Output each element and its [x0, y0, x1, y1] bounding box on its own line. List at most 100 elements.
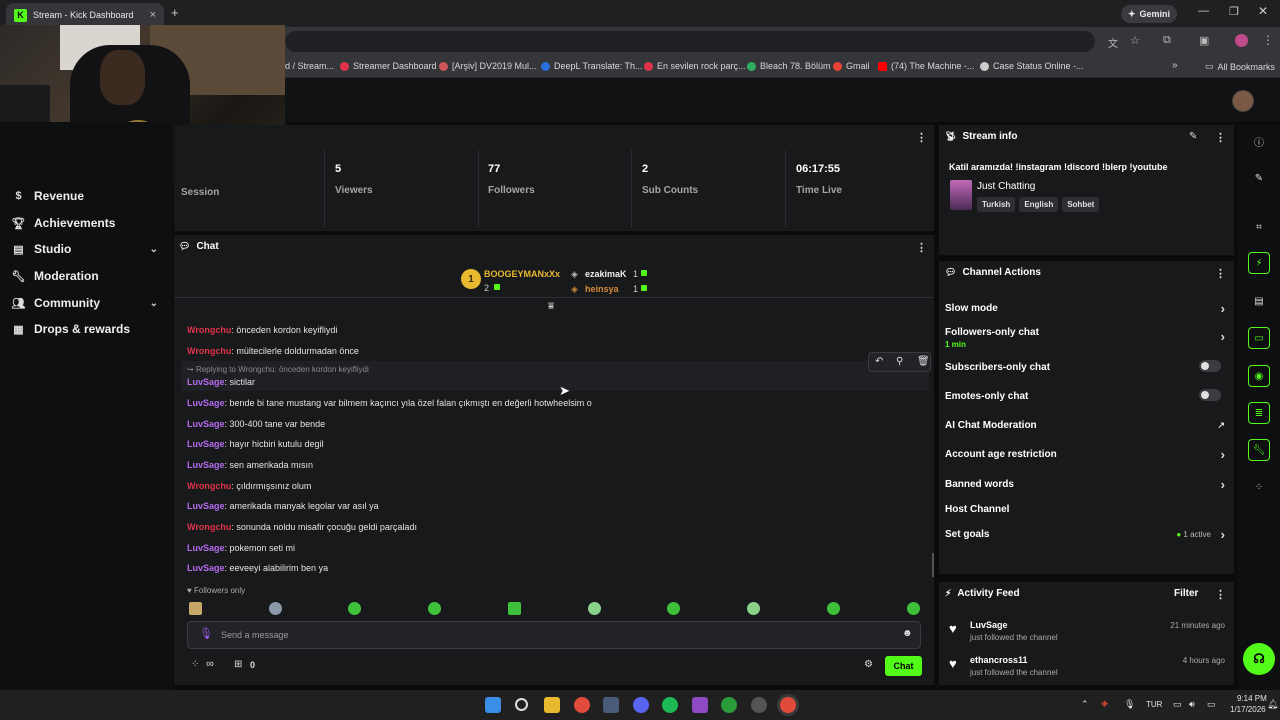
- chat-settings-icon[interactable]: ⚙: [864, 659, 873, 670]
- emote-icon[interactable]: [348, 602, 361, 615]
- support-headset-icon[interactable]: ☊: [1243, 643, 1275, 675]
- followers-only-row[interactable]: Followers-only chat 1 min ›: [945, 327, 1225, 349]
- gift-box-icon[interactable]: ⊞: [234, 659, 242, 670]
- sidebar-item-achievements[interactable]: 🏆︎ Achievements: [12, 216, 162, 230]
- emote-icon[interactable]: [189, 602, 202, 615]
- screen-capture-icon[interactable]: ⌗: [1248, 216, 1270, 238]
- browser-menu-icon[interactable]: ⋮: [1262, 33, 1274, 47]
- chat-message[interactable]: Wrongchu: mültecilerle doldurmadan önce: [187, 346, 359, 356]
- chat-username[interactable]: LuvSage: [187, 563, 225, 573]
- bookmark-star-icon[interactable]: ☆: [1130, 34, 1140, 47]
- chevron-down-icon[interactable]: ⌄: [150, 298, 158, 309]
- bookmark-item[interactable]: [Arşiv] DV2019 Mul...: [439, 61, 537, 71]
- search-icon[interactable]: [515, 698, 528, 711]
- minimize-window-icon[interactable]: —: [1198, 5, 1209, 17]
- chat-message[interactable]: LuvSage: hayır hicbiri kutulu degil: [187, 439, 324, 449]
- more-tools-icon[interactable]: ⁘: [1248, 476, 1270, 498]
- banned-words-row[interactable]: Banned words ›: [945, 477, 1225, 492]
- slow-mode-row[interactable]: Slow mode ›: [945, 301, 1225, 316]
- activity-user[interactable]: ethancross11: [970, 655, 1028, 665]
- bookmark-item[interactable]: (74) The Machine -...: [878, 61, 974, 71]
- translate-icon[interactable]: 文: [1108, 35, 1118, 50]
- chat-username[interactable]: LuvSage: [187, 460, 225, 470]
- emote-icon[interactable]: [747, 602, 760, 615]
- gemini-button[interactable]: ✦ Gemini: [1121, 5, 1177, 23]
- chat-message[interactable]: LuvSage: amerikada manyak legolar var as…: [187, 501, 379, 511]
- extensions-icon[interactable]: ⧉: [1163, 34, 1171, 47]
- discord-icon[interactable]: [633, 697, 649, 713]
- third-gifter-name[interactable]: heinsya: [585, 284, 619, 294]
- wrench-icon[interactable]: 🔧︎: [1248, 439, 1270, 461]
- ai-moderation-row[interactable]: AI Chat Moderation ↗: [945, 420, 1225, 431]
- clock-date[interactable]: 1/17/2026: [1230, 705, 1266, 714]
- emotes-only-toggle[interactable]: [1199, 389, 1221, 401]
- emote-icon[interactable]: [827, 602, 840, 615]
- side-panel-icon[interactable]: ▣: [1199, 34, 1209, 47]
- url-field[interactable]: [285, 31, 1095, 52]
- emote-icon[interactable]: [508, 602, 521, 615]
- chat-message[interactable]: LuvSage: eeveeyi alabilirim ben ya: [187, 563, 328, 573]
- chat-message[interactable]: LuvSage: pokemon seti mi: [187, 543, 295, 553]
- sidebar-item-studio[interactable]: ▤ Studio ⌄: [12, 242, 162, 256]
- start-menu-icon[interactable]: [485, 697, 501, 713]
- chat-scrollbar[interactable]: [932, 553, 934, 577]
- bookmark-item[interactable]: Bleach 78. Bölüm: [747, 61, 831, 71]
- chat-username[interactable]: LuvSage: [187, 543, 225, 553]
- edit-icon[interactable]: ✎: [1248, 167, 1270, 189]
- stack-icon[interactable]: ≣: [1248, 402, 1270, 424]
- broadcast-icon[interactable]: ◉: [1248, 365, 1270, 387]
- app-icon[interactable]: [751, 697, 767, 713]
- bookmark-item[interactable]: d / Stream...: [285, 61, 334, 71]
- chat-username[interactable]: LuvSage: [187, 398, 225, 408]
- chat-menu-icon[interactable]: ⋮: [916, 241, 927, 254]
- chat-message[interactable]: Wrongchu: önceden kordon keyifliydi: [187, 325, 337, 335]
- tab-close-icon[interactable]: ×: [150, 9, 156, 21]
- chat-username[interactable]: LuvSage: [187, 501, 225, 511]
- chat-username[interactable]: LuvSage: [187, 419, 225, 429]
- stream-tag[interactable]: Turkish: [977, 197, 1016, 212]
- sidebar-item-moderation[interactable]: 🔧︎ Moderation: [12, 269, 162, 283]
- spotify-icon[interactable]: [662, 697, 678, 713]
- chat-message[interactable]: LuvSage: sictilar: [187, 377, 255, 387]
- chrome-active-icon[interactable]: [780, 697, 796, 713]
- battery-icon[interactable]: ▭: [1207, 699, 1216, 710]
- profile-avatar-icon[interactable]: [1235, 34, 1248, 47]
- notification-icon[interactable]: 🔔︎: [1267, 699, 1278, 710]
- new-tab-button[interactable]: +: [171, 5, 179, 20]
- store-icon[interactable]: [603, 697, 619, 713]
- bookmark-item[interactable]: DeepL Translate: Th...: [541, 61, 643, 71]
- delete-icon[interactable]: 🗑︎: [917, 356, 930, 367]
- sidebar-item-drops-rewards[interactable]: ▦ Drops & rewards: [12, 322, 162, 336]
- filter-button[interactable]: Filter: [1174, 588, 1198, 599]
- chrome-icon[interactable]: [574, 697, 590, 713]
- subscribers-only-toggle[interactable]: [1199, 360, 1221, 372]
- chat-message[interactable]: LuvSage: 300-400 tane var bende: [187, 419, 325, 429]
- chevron-down-icon[interactable]: ⌄: [150, 244, 158, 255]
- tray-app-icon[interactable]: ⛖: [1101, 699, 1108, 710]
- file-explorer-icon[interactable]: [544, 697, 560, 713]
- chat-message[interactable]: Wrongchu: çıldırmışsınız olum: [187, 481, 311, 491]
- tray-expand-icon[interactable]: ⌃: [1081, 699, 1089, 710]
- lightning-icon[interactable]: ⚡︎: [1248, 252, 1270, 274]
- edit-icon[interactable]: ✎: [1189, 131, 1197, 142]
- emote-icon[interactable]: [667, 602, 680, 615]
- emote-icon[interactable]: [907, 602, 920, 615]
- emote-icon[interactable]: [269, 602, 282, 615]
- bookmark-item[interactable]: En sevilen rock parç...: [644, 61, 746, 71]
- microphone-icon[interactable]: 🎙︎: [199, 627, 213, 640]
- language-indicator[interactable]: TUR: [1146, 700, 1162, 709]
- stream-tag[interactable]: English: [1019, 197, 1059, 212]
- activity-feed-menu-icon[interactable]: ⋮: [1215, 588, 1226, 601]
- obs-icon[interactable]: [692, 697, 708, 713]
- channel-actions-menu-icon[interactable]: ⋮: [1215, 267, 1226, 280]
- chat-username[interactable]: LuvSage: [187, 377, 225, 387]
- clock-time[interactable]: 9:14 PM: [1237, 694, 1267, 703]
- more-bookmarks-icon[interactable]: »: [1172, 60, 1178, 71]
- restore-window-icon[interactable]: ❐: [1229, 5, 1239, 18]
- chat-message[interactable]: Wrongchu: sonunda noldu misafir çocuğu g…: [187, 522, 417, 532]
- clipboard-icon[interactable]: ▤: [1248, 290, 1270, 312]
- volume-icon[interactable]: 🔊︎: [1189, 699, 1195, 710]
- category-name[interactable]: Just Chatting: [977, 181, 1035, 192]
- stats-menu-icon[interactable]: ⋮: [916, 131, 927, 144]
- xbox-icon[interactable]: [721, 697, 737, 713]
